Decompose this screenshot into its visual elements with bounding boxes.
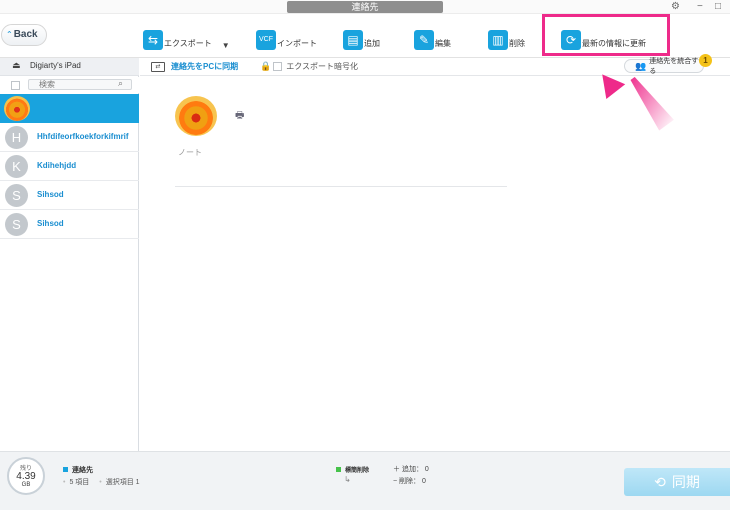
contact-item[interactable] — [0, 94, 139, 123]
lock-icon: 🔒 — [260, 61, 272, 71]
storage-unit: GB — [21, 482, 31, 488]
avatar: H — [5, 126, 28, 149]
contact-name: Sihsod — [37, 219, 64, 228]
export-label: エクスポート — [164, 39, 212, 48]
maximize-icon[interactable]: □ — [715, 1, 721, 13]
return-arrow-icon: ↳ — [344, 475, 351, 484]
print-icon[interactable]: 🖶 — [235, 108, 244, 125]
chevron-up-icon: ⌃ — [6, 30, 13, 39]
selected-count: 選択項目 1 — [105, 479, 140, 486]
search-input[interactable]: 検索 — [28, 79, 132, 90]
legend-swatch — [63, 466, 68, 472]
import-button[interactable]: VCF インポート — [256, 26, 317, 50]
encrypt-checkbox[interactable] — [273, 62, 283, 71]
items-count: 5 項目 — [69, 479, 90, 486]
sub-toolbar: ⇄ 連絡先をPCに同期 🔒 エクスポート暗号化 👥 連絡先を統合する 1 — [140, 54, 730, 76]
select-all-checkbox[interactable] — [11, 81, 20, 90]
add-button[interactable]: ▤ 追加 — [343, 26, 380, 50]
edit-button[interactable]: ✎ 編集 — [414, 26, 451, 50]
highlight-box — [542, 14, 670, 56]
legend-label: 連絡先 — [72, 467, 93, 474]
window-title: 連絡先 — [287, 1, 443, 13]
encrypt-label: エクスポート暗号化 — [286, 62, 358, 71]
note-label: ノート — [178, 148, 202, 157]
search-icon: ⌕ — [118, 78, 124, 88]
back-button[interactable]: ⌃Back — [1, 24, 47, 46]
export-button[interactable]: ⇆ エクスポート ▼ — [143, 26, 230, 50]
main-panel: ⇄ 連絡先をPCに同期 🔒 エクスポート暗号化 👥 連絡先を統合する 1 🖶 ノ… — [140, 54, 730, 451]
delete-button[interactable]: ▥ 削除 — [488, 26, 525, 50]
sync-label: 同期 — [671, 474, 700, 490]
search-row: 検索 ⌕ — [0, 77, 139, 93]
monitor-icon: ⇄ — [151, 61, 165, 72]
avatar: S — [5, 184, 28, 207]
sync-icon: ⟲ — [654, 473, 666, 490]
storage-gauge: 残り 4.39 GB — [7, 457, 45, 495]
changes-summary: ＋ 追加： 0 − 削除： 0 — [393, 464, 429, 488]
contact-name: Kdihehjdd — [37, 161, 77, 170]
avatar: K — [5, 155, 28, 178]
sync-to-pc-button[interactable]: ⇄ 連絡先をPCに同期 — [151, 61, 238, 72]
eject-icon[interactable]: ⏏ — [12, 60, 21, 71]
storage-value: 4.39 — [16, 471, 36, 482]
avatar — [4, 96, 30, 121]
device-row[interactable]: ⏏ Digiarty's iPad — [0, 58, 139, 76]
pending-swatch — [336, 466, 341, 472]
add-label: 追加 — [364, 39, 380, 48]
contact-name: Hhfdifeorfkoekforkifmrif — [37, 132, 129, 141]
import-label: インポート — [277, 39, 317, 48]
add-contact-icon: ▤ — [343, 30, 363, 50]
merge-label: 連絡先を統合する — [649, 58, 699, 75]
sync-button[interactable]: ⟲ 同期 — [624, 468, 730, 496]
pending-label: 標簡削除 — [345, 468, 370, 474]
sync-to-pc-label: 連絡先をPCに同期 — [171, 62, 239, 71]
avatar: S — [5, 213, 28, 236]
trash-icon: ▥ — [488, 30, 508, 50]
people-icon: 👥 — [635, 60, 647, 71]
title-bar: 連絡先 ⚙ − □ — [0, 0, 730, 14]
contact-name: Sihsod — [37, 190, 64, 199]
status-bar: 残り 4.39 GB 連絡先 • 5 項目 • 選択項目 1 標簡削除 ↳ ＋ 追加… — [0, 451, 730, 510]
contact-item[interactable]: S Sihsod — [0, 181, 139, 210]
sidebar: ⏏ Digiarty's iPad 検索 ⌕ H Hhfdifeorfkoekf… — [0, 58, 139, 451]
back-label: Back — [13, 29, 38, 40]
dropdown-caret-icon[interactable]: ▼ — [222, 41, 230, 50]
pending-legend: 標簡削除 — [336, 464, 369, 475]
divider — [175, 186, 507, 187]
edit-label: 編集 — [435, 39, 451, 48]
notification-badge: 1 — [699, 54, 712, 67]
contact-item[interactable]: S Sihsod — [0, 210, 139, 239]
merge-contacts-button[interactable]: 👥 連絡先を統合する — [624, 58, 704, 75]
edit-icon: ✎ — [414, 30, 434, 50]
legend-details: • 5 項目 • 選択項目 1 — [63, 479, 140, 486]
export-icon: ⇆ — [143, 30, 163, 50]
delete-label: 削除 — [509, 39, 525, 48]
device-name: Digiarty's iPad — [30, 61, 81, 70]
delete-count: − 削除： 0 — [393, 478, 426, 485]
settings-icon[interactable]: ⚙ — [671, 1, 680, 13]
contact-item[interactable]: H Hhfdifeorfkoekforkifmrif — [0, 123, 139, 152]
contacts-legend: 連絡先 — [63, 464, 93, 475]
contact-item[interactable]: K Kdihehjdd — [0, 152, 139, 181]
export-encrypt-option[interactable]: 🔒 エクスポート暗号化 — [260, 61, 358, 72]
vcf-import-icon: VCF — [256, 30, 276, 50]
contact-photo[interactable] — [175, 96, 217, 136]
add-count: ＋ 追加： 0 — [393, 466, 429, 473]
minimize-icon[interactable]: − — [697, 1, 703, 13]
